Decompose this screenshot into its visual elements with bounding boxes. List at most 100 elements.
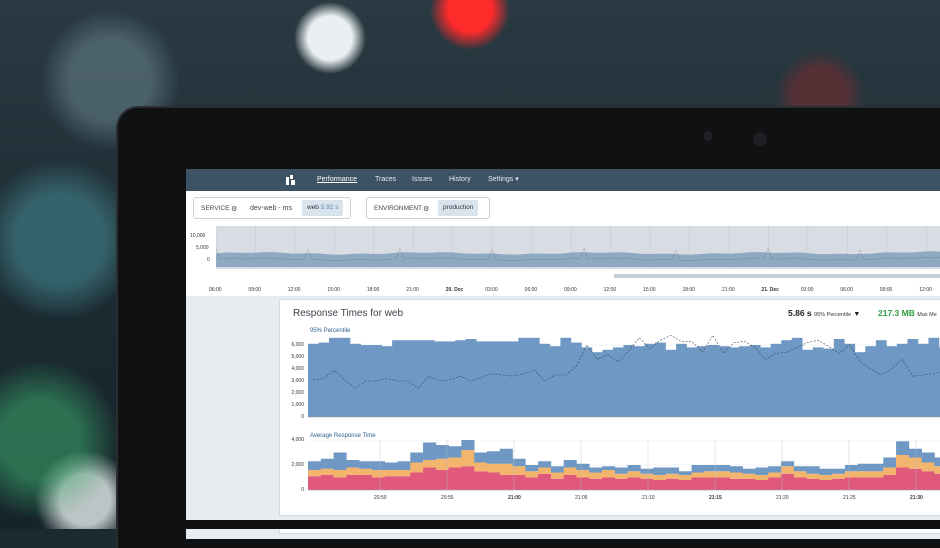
average-bar-top <box>525 465 539 472</box>
caret-down-icon[interactable]: ▼ <box>853 311 860 318</box>
percentile-bar <box>844 343 856 417</box>
average-bar-top <box>346 460 360 468</box>
environment-selector[interactable]: ENVIRONMENT ⚙ production <box>366 197 490 219</box>
environment-value-pill[interactable]: production <box>438 200 479 216</box>
average-bar-middle <box>359 468 373 475</box>
average-bar-top <box>729 466 743 473</box>
average-bar-bottom <box>870 477 884 490</box>
overview-range-chart[interactable] <box>216 226 940 269</box>
average-bar-bottom <box>921 471 935 490</box>
average-bar-middle <box>691 472 705 478</box>
percentile-bar <box>350 343 361 417</box>
average-bar-middle <box>512 466 526 475</box>
y-tick-label: 2,000 <box>291 462 304 468</box>
overview-x-tick: 06:00 <box>524 287 538 293</box>
average-bar-top <box>781 461 795 467</box>
nav-settings[interactable]: Settings ▾ <box>488 174 519 186</box>
average-bar-top <box>819 468 833 475</box>
average-bar-bottom <box>346 475 360 490</box>
average-bar-top <box>665 467 680 474</box>
percentile-bar <box>434 341 446 417</box>
nav-performance[interactable]: Performance <box>317 174 357 186</box>
average-bar-middle <box>371 470 385 478</box>
kpi-memory-label: Max Me <box>917 312 937 318</box>
average-bar-top <box>768 466 782 473</box>
average-bar-middle <box>755 475 769 480</box>
average-bar-middle <box>793 471 807 478</box>
percentile-bar <box>728 347 740 417</box>
percentile-bar <box>707 345 719 417</box>
average-bar-middle <box>832 473 846 479</box>
average-bar-bottom <box>844 477 859 490</box>
percentile-bar <box>655 342 666 417</box>
average-bar-middle <box>781 466 795 474</box>
x-tick-label: 21:05 <box>575 495 588 501</box>
kpi-memory: 217.3 MB Max Me <box>878 308 937 318</box>
average-bar-middle <box>640 473 654 479</box>
percentile-bar <box>791 337 803 417</box>
average-bar-bottom <box>691 477 705 490</box>
nav-issues[interactable]: Issues <box>412 174 432 186</box>
nav-traces[interactable]: Traces <box>375 174 396 186</box>
average-bar-bottom <box>678 480 692 490</box>
gear-icon[interactable]: ⚙ <box>423 205 429 213</box>
laptop-bottom-edge <box>186 520 940 529</box>
overview-x-tick: 15:00 <box>327 287 340 293</box>
range-scrollbar[interactable] <box>614 274 940 278</box>
percentile-bar <box>875 340 887 417</box>
average-bar-top <box>320 458 334 469</box>
percentile-bar <box>518 337 530 417</box>
overview-x-tick: 09:00 <box>564 287 577 293</box>
average-bar-bottom <box>717 477 731 490</box>
average-bar-bottom <box>832 478 846 490</box>
average-bar-bottom <box>461 466 475 490</box>
average-bar-middle <box>908 457 922 469</box>
average-bar-bottom <box>640 478 654 490</box>
average-bar-bottom <box>397 476 411 490</box>
average-bar-bottom <box>512 475 526 490</box>
x-tick-label: 21:00 <box>508 495 521 501</box>
overview-x-tick: 21:00 <box>406 287 419 293</box>
percentile-bar <box>528 337 540 417</box>
average-bar-middle <box>806 473 820 479</box>
percentile-bar <box>318 342 330 417</box>
average-bar-bottom <box>486 472 501 490</box>
service-selector[interactable]: SERVICE ⚙ dev-web - ms web 5.92 s <box>193 197 351 219</box>
average-bar-middle <box>346 467 360 475</box>
average-bar-top <box>844 465 859 472</box>
average-bar-top <box>896 441 910 455</box>
overview-x-tick: 06:00 <box>840 287 853 293</box>
percentile-bar <box>623 345 635 417</box>
average-bar-middle <box>563 467 577 475</box>
average-bar-top <box>627 465 641 472</box>
nav-history[interactable]: History <box>449 174 471 186</box>
average-bar-bottom <box>704 477 718 490</box>
average-bar-top <box>755 467 769 475</box>
app-logo-icon[interactable] <box>285 174 297 186</box>
percentile-bar <box>896 343 908 417</box>
average-bar-middle <box>857 471 871 478</box>
service-value-pill[interactable]: web 5.92 s <box>302 200 344 216</box>
y-tick-label: 5,000 <box>291 354 304 360</box>
average-chart[interactable] <box>308 440 940 493</box>
average-bar-top <box>921 452 935 463</box>
x-tick-label: 20:55 <box>441 495 454 501</box>
average-bar-bottom <box>793 477 807 490</box>
average-bar-bottom <box>333 477 347 490</box>
panel-title: Response Times for web <box>293 308 404 319</box>
average-bar-top <box>474 452 488 463</box>
average-bar-top <box>640 468 654 474</box>
gear-icon[interactable]: ⚙ <box>231 205 237 213</box>
percentile-chart[interactable] <box>308 333 940 423</box>
average-bar-middle <box>499 463 513 475</box>
average-bar-middle <box>844 471 859 478</box>
average-bar-top <box>448 446 462 458</box>
service-value-name: web <box>307 204 319 211</box>
nav-settings-label: Settings <box>488 176 514 183</box>
percentile-bar <box>865 346 877 417</box>
y-tick-label: 1,000 <box>291 402 304 408</box>
average-bar-middle <box>896 455 910 468</box>
average-bar-top <box>397 461 411 470</box>
average-bar-middle <box>934 466 940 474</box>
percentile-bar <box>539 343 551 417</box>
